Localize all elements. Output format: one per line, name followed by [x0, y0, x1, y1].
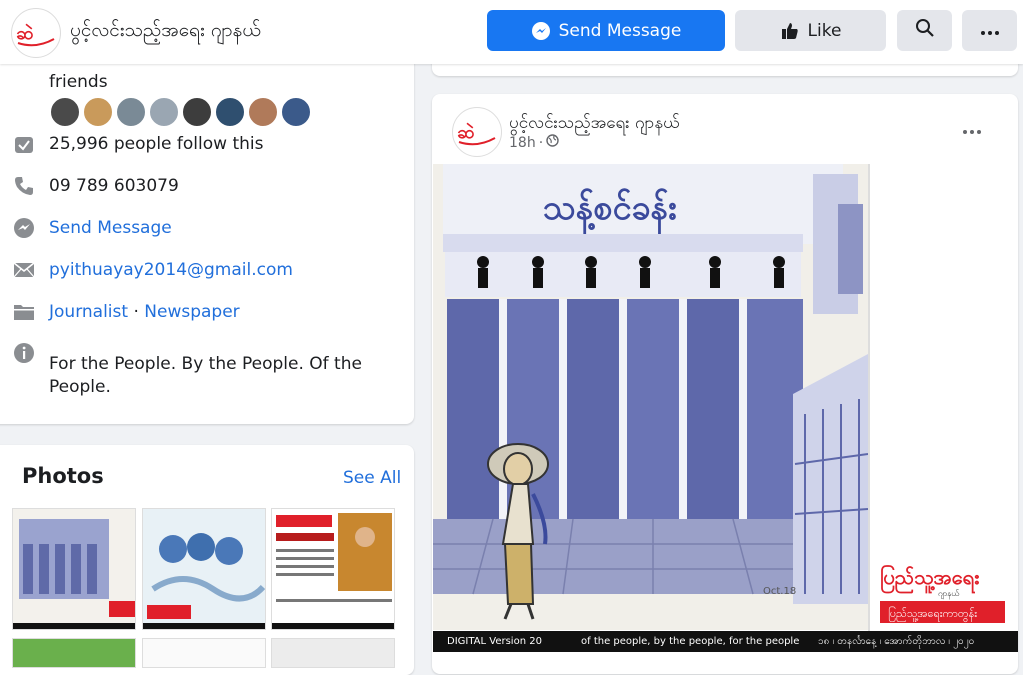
- photo-thumbnail[interactable]: [12, 508, 136, 630]
- post-cartoon-image[interactable]: သန့်စင်ခန်း Oct.18: [433, 164, 868, 630]
- avatar[interactable]: [247, 96, 279, 128]
- avatar[interactable]: [181, 96, 213, 128]
- globe-icon: [546, 134, 559, 151]
- phone-icon: [12, 174, 36, 198]
- svg-text:Oct.18: Oct.18: [763, 586, 796, 597]
- photo-thumbnail[interactable]: [12, 638, 136, 668]
- category-separator: ·: [128, 302, 145, 322]
- folder-icon: [12, 300, 36, 324]
- page-logo[interactable]: ဆဲ: [11, 8, 61, 58]
- category-newspaper[interactable]: Newspaper: [144, 302, 239, 322]
- avatar[interactable]: [148, 96, 180, 128]
- category-journalist[interactable]: Journalist: [49, 302, 128, 322]
- search-icon: [915, 18, 935, 43]
- avatar[interactable]: [280, 96, 312, 128]
- page-title: ပွင့်လင်းသည့်အရေး ဂျာနယ်: [70, 19, 261, 41]
- page-header: ဆဲ ပွင့်လင်းသည့်အရေး ဂျာနယ် Send Message…: [0, 0, 1023, 64]
- meta-separator: ·: [538, 134, 544, 151]
- caption-version: DIGITAL Version 20: [447, 636, 542, 647]
- more-icon: [980, 21, 1000, 41]
- messenger-icon: [12, 216, 36, 240]
- more-icon: [962, 116, 982, 140]
- post-timestamp[interactable]: 18h: [509, 135, 536, 151]
- check-box-icon: [12, 132, 36, 156]
- photo-thumbnail[interactable]: [271, 508, 395, 630]
- photo-thumbnail[interactable]: [142, 508, 266, 630]
- description-line-2: People.: [49, 377, 111, 397]
- send-message-label: Send Message: [558, 20, 682, 41]
- info-icon: [12, 341, 36, 365]
- page-description: For the People. By the People. Of the Pe…: [49, 353, 362, 399]
- avatar[interactable]: [214, 96, 246, 128]
- post-meta: 18h ·: [509, 134, 559, 151]
- svg-text:ဆဲ: ဆဲ: [16, 23, 33, 44]
- like-button[interactable]: Like: [735, 10, 886, 51]
- post-author-avatar[interactable]: ဆဲ: [452, 107, 502, 157]
- send-message-link[interactable]: Send Message: [49, 218, 172, 238]
- more-options-button[interactable]: [962, 10, 1017, 51]
- mail-icon: [12, 258, 36, 282]
- thumbs-up-icon: [780, 21, 800, 41]
- avatar[interactable]: [49, 96, 81, 128]
- caption-date: ၁၈ ၊ တနင်္လာနေ့ ၊ အောက်တိုဘာလ ၊ ၂၀၂၀: [818, 636, 975, 647]
- caption-tagline: of the people, by the people, for the pe…: [581, 636, 800, 647]
- avatar[interactable]: [115, 96, 147, 128]
- description-line-1: For the People. By the People. Of the: [49, 354, 362, 374]
- followers-text: 25,996 people follow this: [49, 134, 264, 154]
- avatar[interactable]: [82, 96, 114, 128]
- email-link[interactable]: pyithuayay2014@gmail.com: [49, 260, 293, 280]
- photo-thumbnail[interactable]: [142, 638, 266, 668]
- like-label: Like: [807, 20, 842, 41]
- see-all-photos-link[interactable]: See All: [343, 468, 401, 488]
- photos-heading: Photos: [22, 464, 104, 488]
- svg-text:ဆဲ: ဆဲ: [457, 122, 474, 143]
- friend-avatars[interactable]: [49, 96, 313, 128]
- phone-number[interactable]: 09 789 603079: [49, 176, 179, 196]
- post-more-options-button[interactable]: [962, 116, 982, 140]
- brand-tag: ပြည်သူ့အရေးကာတွန်း: [888, 606, 977, 622]
- brand-panel: ပြည်သူ့အရေး ဂျာနယ် ပြည်သူ့အရေးကာတွန်း: [868, 164, 1018, 631]
- messenger-icon: [531, 21, 551, 41]
- search-button[interactable]: [897, 10, 952, 51]
- photo-thumbnail[interactable]: [271, 638, 395, 668]
- cartoon-title: သန့်စင်ခန်း: [543, 188, 677, 235]
- cartoon-caption-bar: DIGITAL Version 20 of the people, by the…: [433, 631, 1018, 652]
- friends-like-text: friends: [49, 72, 108, 92]
- send-message-button[interactable]: Send Message: [487, 10, 725, 51]
